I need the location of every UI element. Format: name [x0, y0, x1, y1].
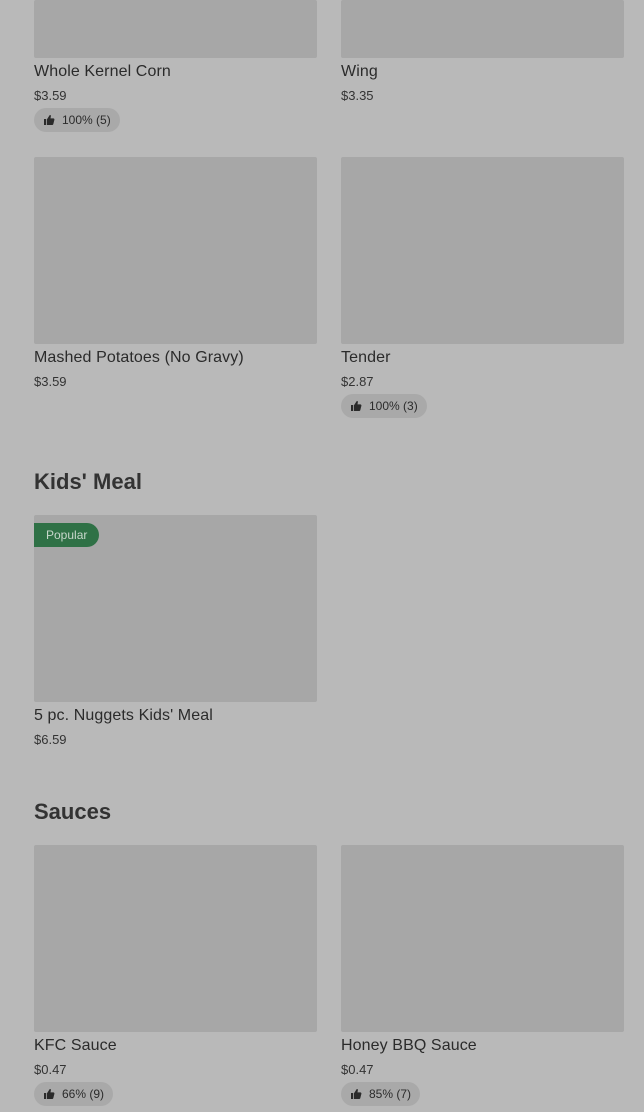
item-rating: 66% (9) [34, 1082, 114, 1106]
item-name: Whole Kernel Corn [34, 63, 171, 80]
rating-text: 100% (3) [369, 399, 418, 413]
item-rating: 85% (7) [341, 1082, 421, 1106]
section-title-kids-meal: Kids' Meal [34, 469, 142, 494]
rating-text: 85% (7) [369, 1087, 412, 1101]
rating-text: 66% (9) [62, 1087, 105, 1101]
item-name: Tender [341, 349, 391, 366]
item-price: $3.35 [341, 88, 374, 103]
thumbs-up-icon [43, 114, 55, 126]
item-image [341, 845, 624, 1032]
thumbs-up-icon [350, 400, 362, 412]
popular-badge: Popular [34, 523, 100, 547]
rating-text: 100% (5) [62, 113, 111, 127]
item-image [34, 157, 317, 344]
item-image [341, 157, 624, 344]
item-image [34, 0, 317, 58]
item-image [34, 845, 317, 1032]
item-name: KFC Sauce [34, 1037, 117, 1054]
item-name: Wing [341, 63, 378, 80]
item-image [341, 0, 624, 58]
item-rating: 100% (3) [341, 394, 427, 418]
item-price: $0.47 [341, 1062, 374, 1077]
item-price: $6.59 [34, 732, 67, 747]
thumbs-up-icon [350, 1088, 362, 1100]
section-title-sauces: Sauces [34, 799, 112, 824]
item-rating: 100% (5) [34, 108, 120, 132]
item-name: Mashed Potatoes (No Gravy) [34, 349, 244, 366]
thumbs-up-icon [43, 1088, 55, 1100]
item-price: $3.59 [34, 374, 67, 389]
item-price: $0.47 [34, 1062, 67, 1077]
item-name: Honey BBQ Sauce [341, 1037, 477, 1054]
item-name: 5 pc. Nuggets Kids' Meal [34, 707, 213, 724]
item-price: $3.59 [34, 88, 67, 103]
item-price: $2.87 [341, 374, 374, 389]
